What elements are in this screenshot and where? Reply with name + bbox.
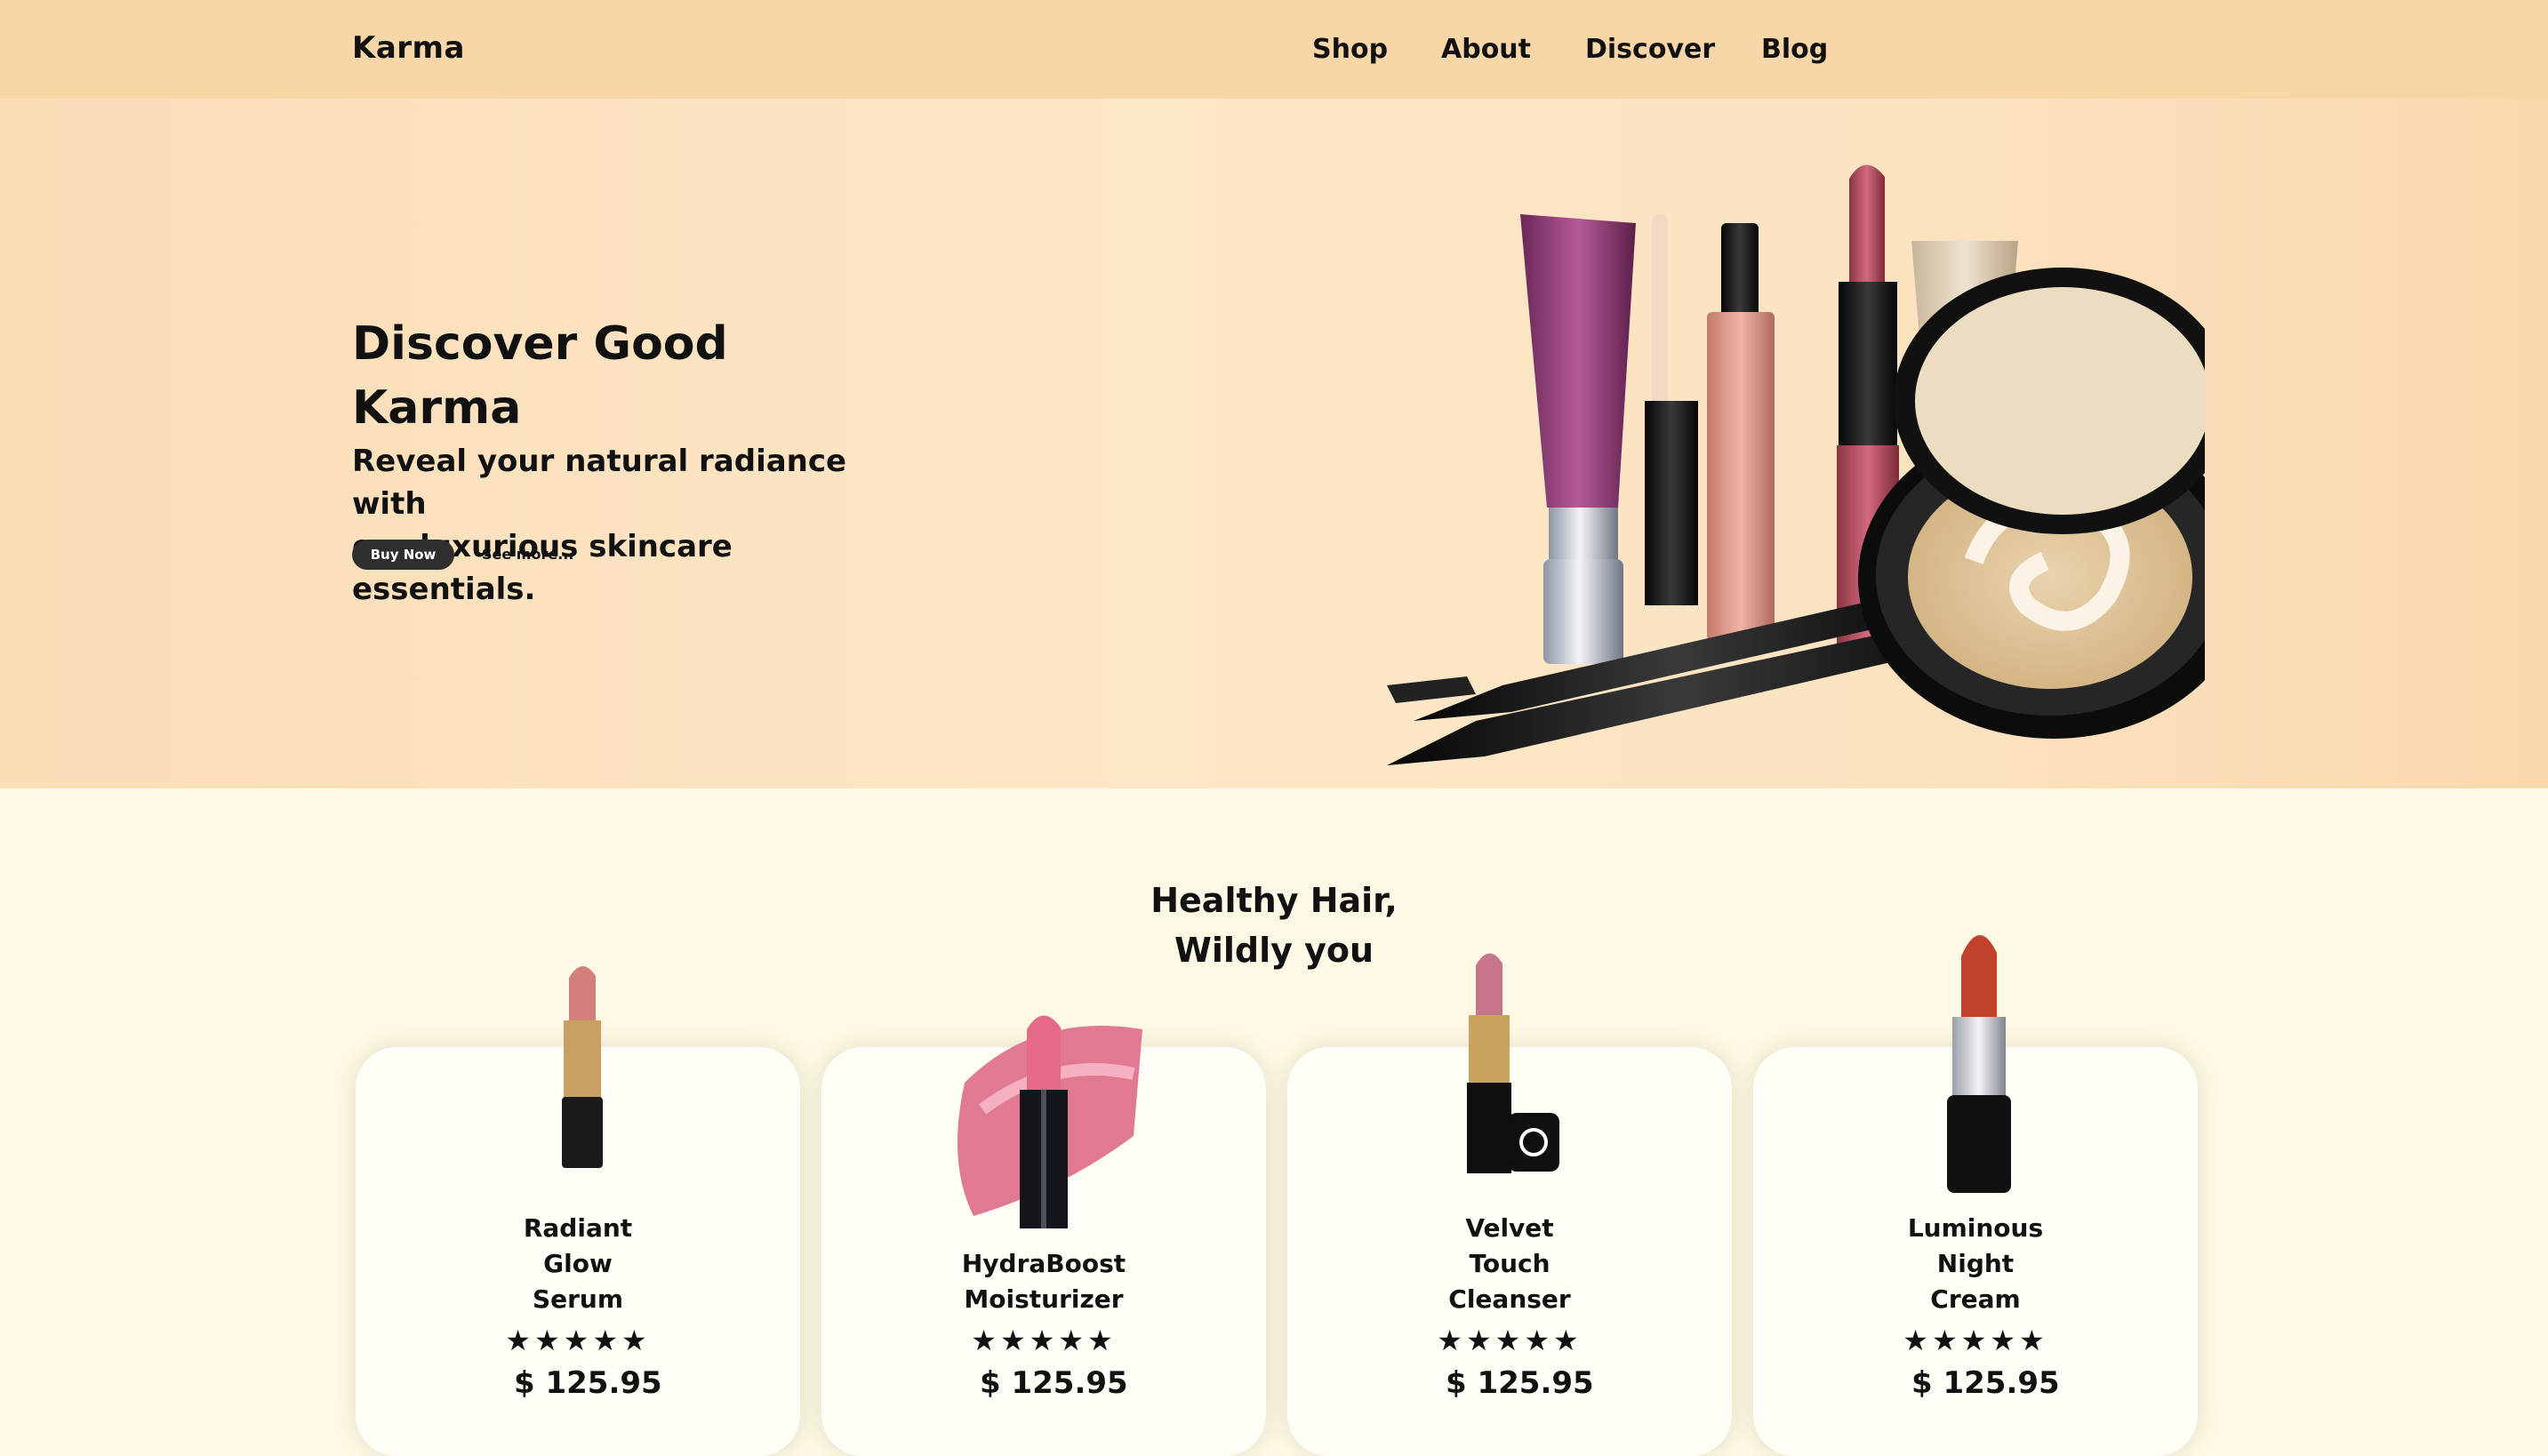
product-name-line: Luminous: [1907, 1213, 2044, 1243]
rating-stars: ★★★★★: [505, 1324, 651, 1357]
buy-now-button[interactable]: Buy Now: [352, 540, 454, 570]
product-name-line: Serum: [532, 1284, 624, 1314]
rating-stars: ★★★★★: [1903, 1324, 2048, 1357]
product-name-line: Night: [1936, 1249, 2015, 1278]
product-price: $ 125.95: [980, 1365, 1128, 1401]
section-title: Healthy Hair, Wildly you: [1052, 876, 1496, 975]
section-title-line: Wildly you: [1174, 931, 1374, 970]
lipstick-product-image: [1467, 953, 1559, 1173]
lipstick-product-image: [1947, 934, 2011, 1193]
product-name-line: Glow: [543, 1249, 613, 1278]
product-name-line: Velvet: [1465, 1213, 1554, 1243]
product-name[interactable]: Radiant Glow Serum: [356, 1211, 800, 1317]
hero-subtitle: Reveal your natural radiance with our lu…: [352, 440, 903, 611]
product-name-line: HydraBoost: [961, 1249, 1126, 1278]
hero-subtitle-line: Reveal your natural radiance with: [352, 444, 847, 522]
product-price: $ 125.95: [1911, 1365, 2060, 1401]
top-navbar: Karma Shop About Discover Blog: [0, 0, 2548, 99]
product-name-line: Radiant: [523, 1213, 633, 1243]
product-name[interactable]: HydraBoost Moisturizer: [821, 1246, 1266, 1317]
hero-title-line: Karma: [352, 381, 522, 435]
rating-stars: ★★★★★: [971, 1324, 1117, 1357]
cosmetics-product-image: [1387, 164, 2205, 765]
hero-title: Discover Good Karma: [352, 312, 850, 440]
product-name-line: Cleanser: [1448, 1284, 1571, 1314]
section-title-line: Healthy Hair,: [1150, 881, 1398, 920]
product-name[interactable]: Luminous Night Cream: [1753, 1211, 2198, 1317]
nav-link-discover[interactable]: Discover: [1585, 34, 1715, 65]
product-name[interactable]: Velvet Touch Cleanser: [1287, 1211, 1732, 1317]
nav-link-shop[interactable]: Shop: [1312, 34, 1388, 65]
product-price: $ 125.95: [1446, 1365, 1594, 1401]
product-name-line: Touch: [1469, 1249, 1550, 1278]
brand-logo[interactable]: Karma: [352, 30, 465, 66]
rating-stars: ★★★★★: [1437, 1324, 1582, 1357]
hero-banner: Discover Good Karma Reveal your natural …: [0, 99, 2548, 788]
product-price: $ 125.95: [514, 1365, 662, 1401]
nav-link-blog[interactable]: Blog: [1761, 34, 1828, 65]
product-name-line: Cream: [1930, 1284, 2021, 1314]
product-name-line: Moisturizer: [964, 1284, 1124, 1314]
nav-link-about[interactable]: About: [1441, 34, 1531, 65]
hero-title-line: Discover Good: [352, 317, 728, 371]
lipstick-product-image: [562, 965, 603, 1168]
see-more-link[interactable]: See more...: [482, 546, 573, 563]
lipstick-swatch-product-image: [958, 1015, 1142, 1228]
